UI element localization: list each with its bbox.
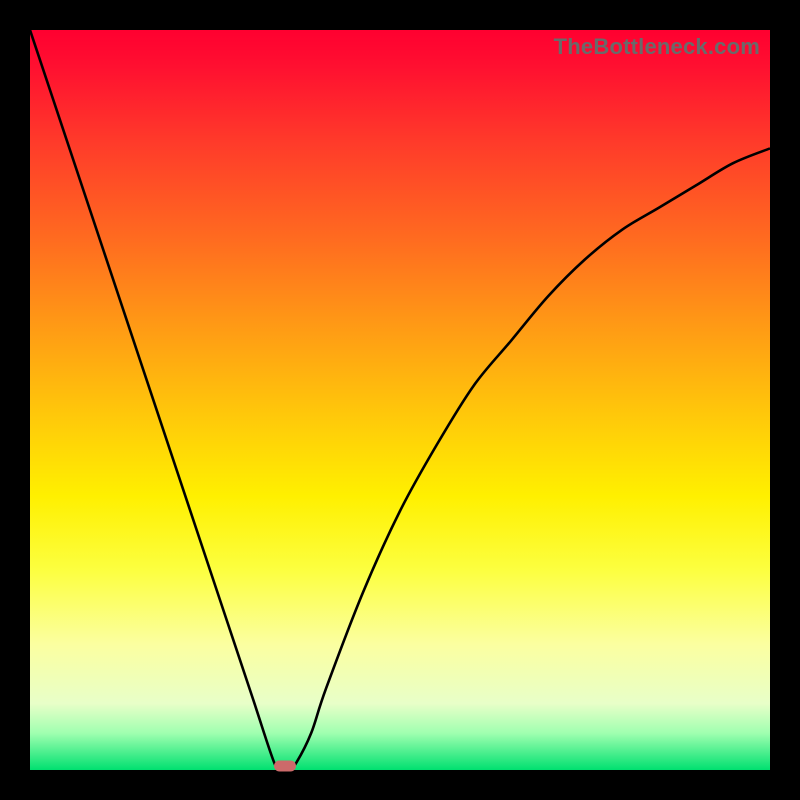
plot-area: TheBottleneck.com [30, 30, 770, 770]
curve-layer [30, 30, 770, 770]
min-marker [274, 761, 296, 772]
bottleneck-curve [30, 30, 770, 770]
chart-frame: TheBottleneck.com [0, 0, 800, 800]
